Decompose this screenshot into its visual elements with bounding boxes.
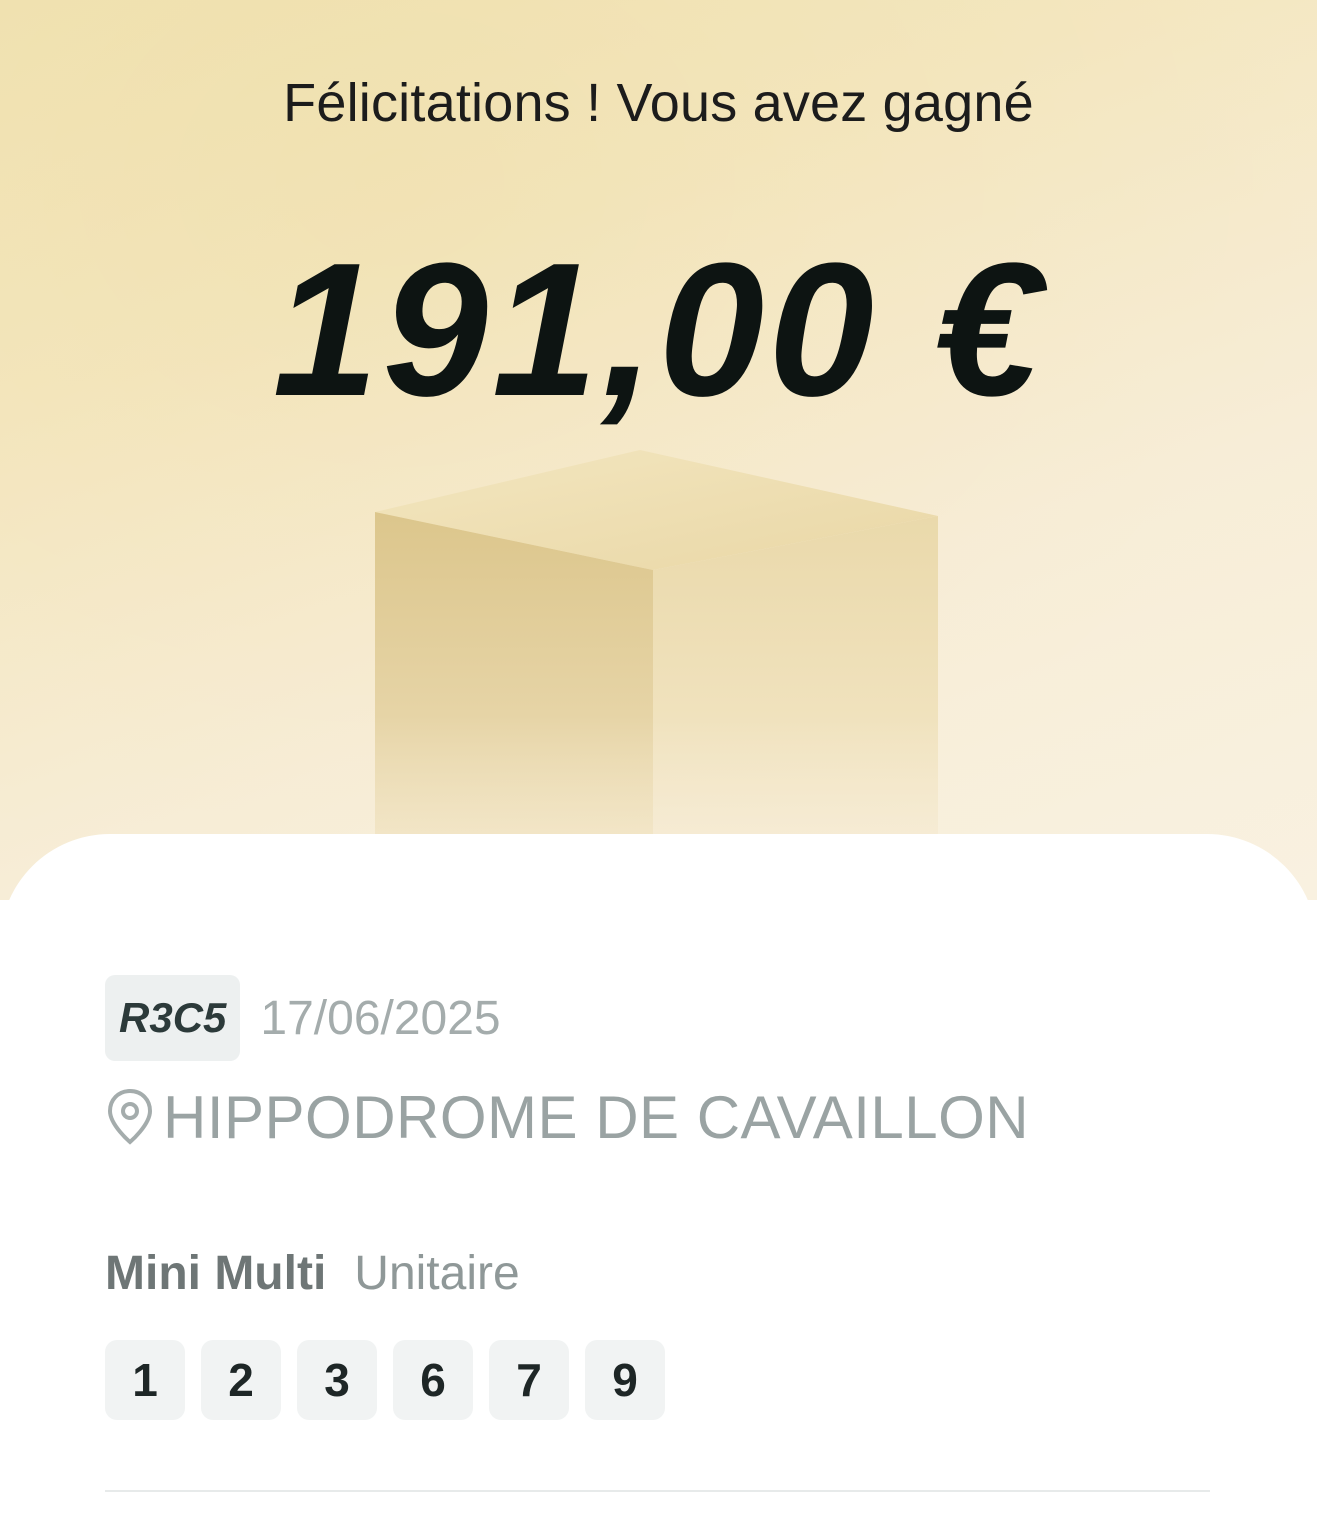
horse-number-chip: 2 (201, 1340, 281, 1420)
race-info-row: R3C5 17/06/2025 (105, 975, 501, 1061)
location-pin-icon (105, 1087, 155, 1147)
win-headline: Félicitations ! Vous avez gagné (283, 73, 1034, 133)
section-divider (105, 1490, 1210, 1492)
horse-number-chip: 9 (585, 1340, 665, 1420)
horse-number-chip: 1 (105, 1340, 185, 1420)
horse-number-chip: 3 (297, 1340, 377, 1420)
podium-illustration (370, 450, 940, 850)
bet-details-card (0, 834, 1317, 1534)
bet-type: Mini Multi (105, 1246, 327, 1300)
horse-number-chip: 6 (393, 1340, 473, 1420)
venue-name: HIPPODROME DE CAVAILLON (163, 1083, 1030, 1151)
selected-numbers: 1 2 3 6 7 9 (105, 1340, 665, 1420)
bet-type-row: Mini Multi Unitaire (105, 1238, 520, 1308)
bet-mode: Unitaire (354, 1246, 520, 1300)
venue-row: HIPPODROME DE CAVAILLON (105, 1082, 1029, 1152)
horse-number-chip: 7 (489, 1340, 569, 1420)
race-date: 17/06/2025 (260, 991, 501, 1045)
race-code-badge: R3C5 (105, 975, 241, 1061)
win-amount: 191,00 € (272, 224, 1045, 436)
